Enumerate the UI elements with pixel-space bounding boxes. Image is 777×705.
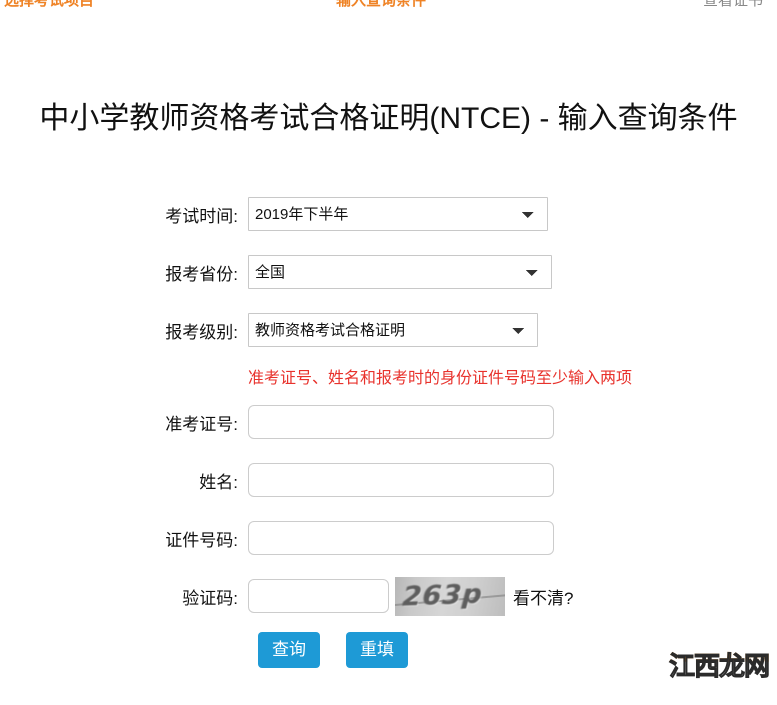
notice-text: 准考证号、姓名和报考时的身份证件号码至少输入两项 — [248, 370, 633, 387]
captcha-label: 验证码: — [182, 588, 238, 608]
captcha-input[interactable] — [248, 579, 389, 613]
row-name: 姓名: — [0, 456, 777, 504]
row-exam-time: 考试时间: 2019年下半年 — [0, 190, 777, 238]
submit-button[interactable]: 查询 — [258, 632, 320, 668]
admission-ticket-input[interactable] — [248, 405, 554, 439]
row-notice: 准考证号、姓名和报考时的身份证件号码至少输入两项 — [0, 364, 777, 394]
captcha-image-text: 263p — [401, 578, 484, 612]
row-level: 报考级别: 教师资格考试合格证明 — [0, 306, 777, 354]
page-title: 中小学教师资格考试合格证明(NTCE) - 输入查询条件 — [39, 102, 738, 135]
captcha-image[interactable]: 263p — [395, 576, 505, 616]
row-id-number: 证件号码: — [0, 514, 777, 562]
province-select[interactable]: 全国 — [248, 255, 552, 289]
row-captcha: 验证码: 263p 看不清? — [0, 572, 777, 620]
exam-time-select[interactable]: 2019年下半年 — [248, 197, 548, 231]
form-actions: 查询 重填 — [0, 632, 777, 668]
name-input[interactable] — [248, 463, 554, 497]
province-label: 报考省份: — [165, 264, 238, 284]
query-form: 考试时间: 2019年下半年 报考省份: 全国 报考级别: 教师资格考试合格证明… — [0, 190, 777, 668]
step-nav: 选择考试项目 输入查询条件 查看证书 — [0, 0, 777, 15]
reset-button[interactable]: 重填 — [346, 632, 408, 668]
site-watermark: 江西龙网 — [668, 646, 770, 683]
level-label: 报考级别: — [165, 322, 238, 342]
exam-time-label: 考试时间: — [165, 206, 238, 226]
step-select-exam[interactable]: 选择考试项目 — [4, 0, 94, 11]
id-number-input[interactable] — [248, 521, 554, 555]
level-select[interactable]: 教师资格考试合格证明 — [248, 313, 538, 347]
name-label: 姓名: — [199, 472, 238, 492]
id-number-label: 证件号码: — [165, 530, 238, 550]
admission-ticket-label: 准考证号: — [165, 414, 238, 434]
step-input-conditions[interactable]: 输入查询条件 — [336, 0, 426, 11]
step-view-certificate[interactable]: 查看证书 — [703, 0, 763, 11]
row-province: 报考省份: 全国 — [0, 248, 777, 296]
row-admission-ticket: 准考证号: — [0, 398, 777, 446]
captcha-refresh-link[interactable]: 看不清? — [513, 584, 573, 609]
